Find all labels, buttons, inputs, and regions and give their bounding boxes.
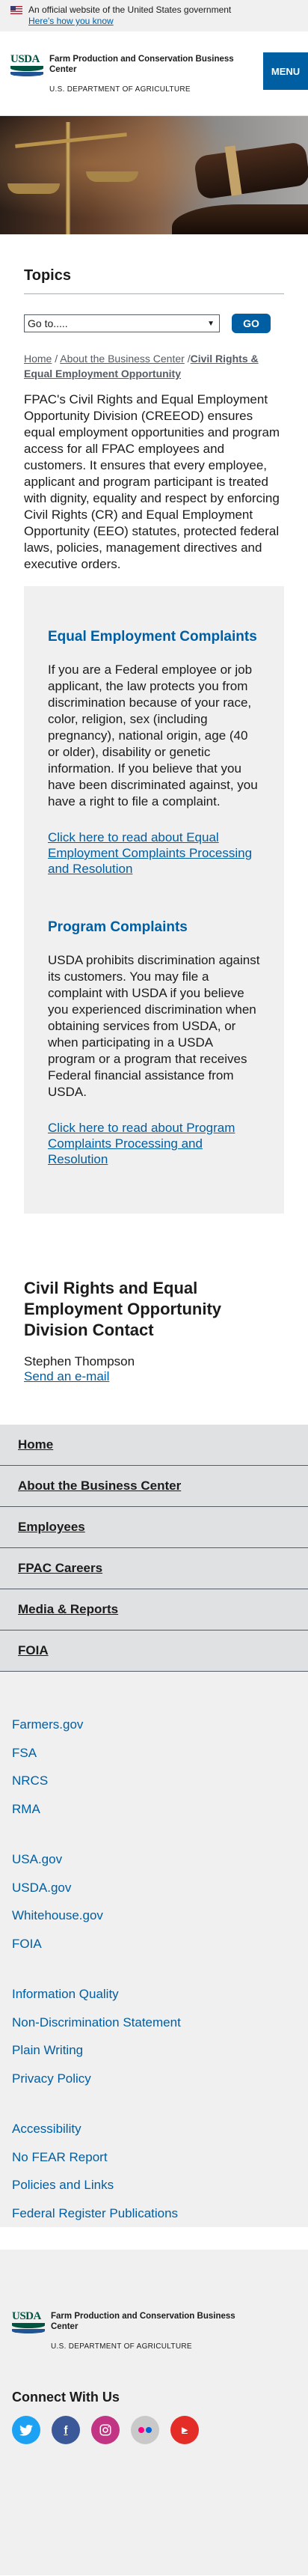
- topics-heading: Topics: [24, 267, 284, 294]
- chevron-down-icon: ▼: [207, 319, 215, 328]
- footer-link[interactable]: No FEAR Report: [12, 2143, 296, 2172]
- footer-link[interactable]: Privacy Policy: [12, 2065, 296, 2093]
- eeo-complaints-link[interactable]: Click here to read about Equal Employmen…: [48, 829, 260, 877]
- connect-heading: Connect With Us: [12, 2390, 120, 2405]
- complaints-box: Equal Employment Complaints If you are a…: [24, 586, 284, 1214]
- contact-email-link[interactable]: Send an e-mail: [24, 1369, 109, 1383]
- agency-name: Farm Production and Conservation Busines…: [49, 55, 234, 74]
- usda-logo-icon: USDA: [12, 2311, 45, 2336]
- footer-link[interactable]: FOIA: [12, 1930, 296, 1958]
- flickr-icon[interactable]: [131, 2416, 159, 2444]
- eeo-complaints-body: If you are a Federal employee or job app…: [48, 663, 258, 809]
- heres-how-you-know-link[interactable]: Here's how you know: [28, 16, 298, 27]
- eeo-complaints-heading: Equal Employment Complaints: [48, 629, 257, 645]
- program-complaints-heading: Program Complaints: [48, 919, 188, 935]
- footer-usda-logo[interactable]: USDA Farm Production and Conservation Bu…: [12, 2311, 308, 2351]
- topics-select[interactable]: Go to..... ▼: [24, 314, 220, 332]
- social-links: f ▶: [12, 2416, 296, 2444]
- department-name: U.S. DEPARTMENT OF AGRICULTURE: [49, 85, 191, 94]
- footer-department-name: U.S. DEPARTMENT OF AGRICULTURE: [51, 2342, 192, 2351]
- footer-link[interactable]: Non-Discrimination Statement: [12, 2009, 296, 2037]
- contact-section: Civil Rights and Equal Employment Opport…: [0, 1214, 308, 1384]
- go-button[interactable]: GO: [232, 314, 271, 333]
- hero-image: [0, 116, 308, 234]
- program-complaints-body: USDA prohibits discrimination against it…: [48, 953, 260, 1099]
- breadcrumb-about[interactable]: About the Business Center: [60, 353, 185, 365]
- footer-link[interactable]: Accessibility: [12, 2115, 296, 2143]
- footer-agency-name: Farm Production and Conservation Busines…: [51, 2312, 235, 2331]
- topics-section: Topics Go to..... ▼ GO Home / About the …: [0, 234, 308, 573]
- site-header: USDA Farm Production and Conservation Bu…: [0, 31, 308, 116]
- footer-nav-foia[interactable]: FOIA: [0, 1630, 308, 1672]
- footer-nav-media[interactable]: Media & Reports: [0, 1589, 308, 1630]
- footer-link[interactable]: Federal Register Publications: [12, 2199, 296, 2228]
- footer-link[interactable]: USA.gov: [12, 1845, 296, 1874]
- footer-nav-careers[interactable]: FPAC Careers: [0, 1548, 308, 1589]
- menu-button[interactable]: MENU: [263, 52, 308, 90]
- footer-links-group: Accessibility No FEAR Report Policies an…: [12, 2115, 296, 2227]
- instagram-icon[interactable]: [91, 2416, 120, 2444]
- contact-heading: Civil Rights and Equal Employment Opport…: [24, 1279, 221, 1339]
- footer-nav-employees[interactable]: Employees: [0, 1507, 308, 1548]
- footer-link[interactable]: Whitehouse.gov: [12, 1901, 296, 1930]
- footer-links-group: USA.gov USDA.gov Whitehouse.gov FOIA: [12, 1845, 296, 1958]
- usda-logo-icon: USDA: [10, 54, 43, 79]
- footer-link[interactable]: USDA.gov: [12, 1874, 296, 1902]
- footer-link[interactable]: FSA: [12, 1739, 296, 1767]
- connect-section: Connect With Us f ▶: [0, 2351, 308, 2575]
- breadcrumb: Home / About the Business Center /Civil …: [24, 353, 259, 380]
- footer-nav-about[interactable]: About the Business Center: [0, 1466, 308, 1507]
- youtube-icon[interactable]: ▶: [170, 2416, 199, 2444]
- footer-logo: USDA Farm Production and Conservation Bu…: [0, 2250, 308, 2351]
- footer-link[interactable]: Plain Writing: [12, 2036, 296, 2065]
- footer-link[interactable]: Information Quality: [12, 1980, 296, 2009]
- footer-link[interactable]: Farmers.gov: [12, 1711, 296, 1739]
- gov-banner-text: An official website of the United States…: [28, 4, 232, 15]
- contact-name: Stephen Thompson: [24, 1354, 135, 1368]
- gov-banner: An official website of the United States…: [0, 0, 308, 31]
- footer-link[interactable]: RMA: [12, 1795, 296, 1824]
- footer-link[interactable]: Policies and Links: [12, 2171, 296, 2199]
- footer-links-group: Farmers.gov FSA NRCS RMA: [12, 1711, 296, 1823]
- footer-nav: Home About the Business Center Employees…: [0, 1425, 308, 1672]
- breadcrumb-home[interactable]: Home: [24, 353, 52, 365]
- facebook-icon[interactable]: f: [52, 2416, 80, 2444]
- us-flag-icon: [10, 6, 22, 14]
- program-complaints-link[interactable]: Click here to read about Program Complai…: [48, 1120, 260, 1167]
- footer-nav-home[interactable]: Home: [0, 1425, 308, 1466]
- footer-links-group: Information Quality Non-Discrimination S…: [12, 1980, 296, 2092]
- intro-paragraph: FPAC's Civil Rights and Equal Employment…: [24, 392, 280, 571]
- twitter-icon[interactable]: [12, 2416, 40, 2444]
- topics-select-value: Go to.....: [28, 317, 68, 329]
- footer-links: Farmers.gov FSA NRCS RMA USA.gov USDA.go…: [0, 1672, 308, 2227]
- footer-link[interactable]: NRCS: [12, 1767, 296, 1795]
